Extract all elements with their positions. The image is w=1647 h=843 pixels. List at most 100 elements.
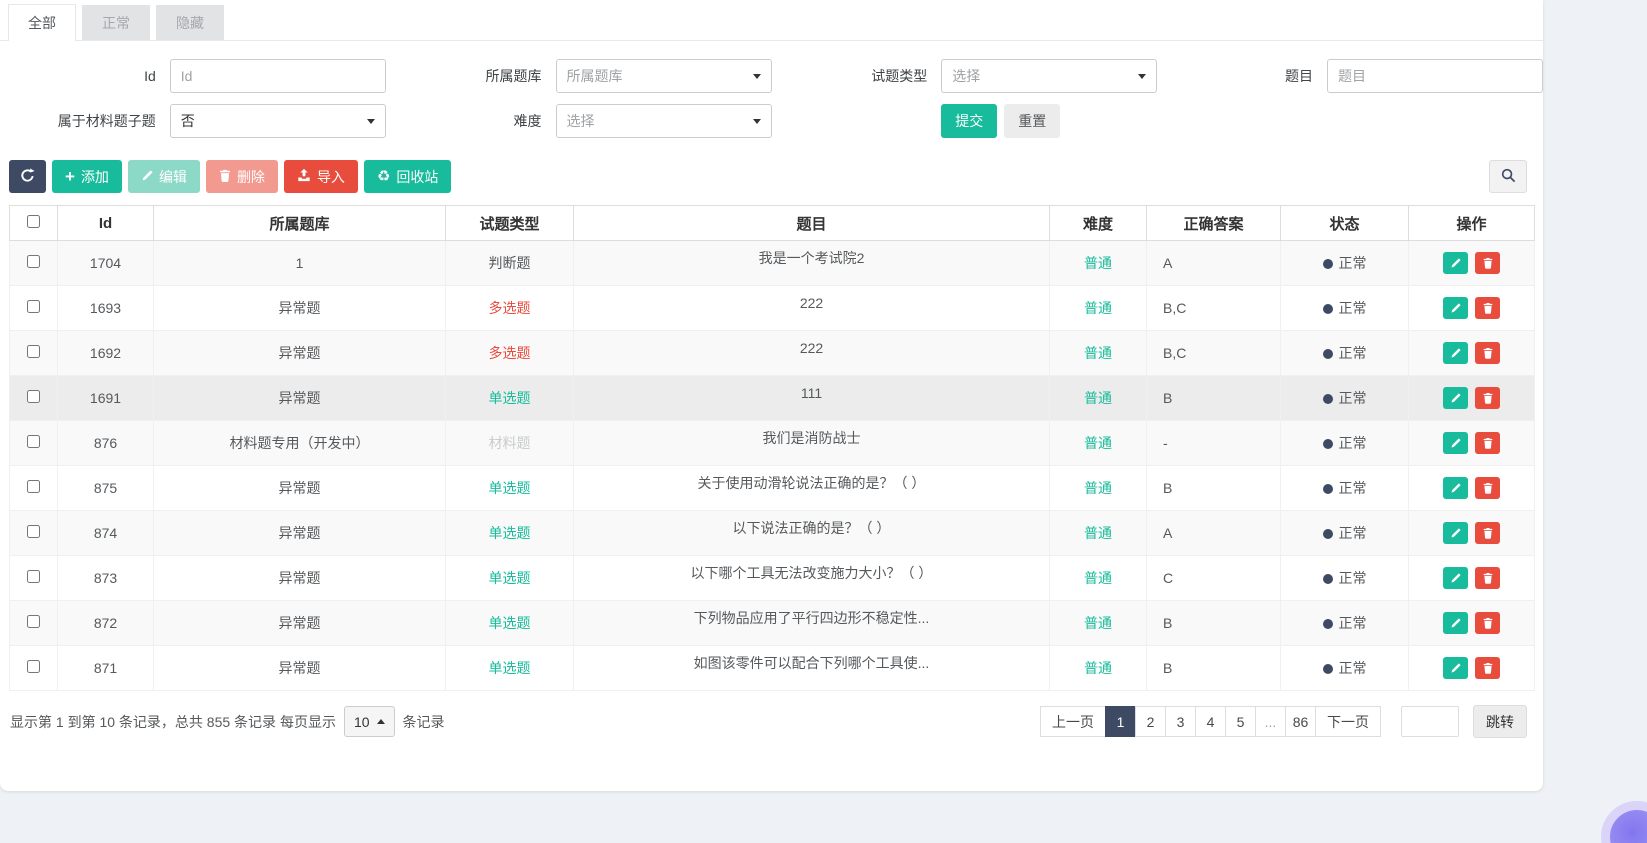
search-toggle-button[interactable] [1489,160,1527,193]
refresh-button[interactable] [9,160,46,193]
row-checkbox[interactable] [27,435,40,448]
table-row: 876 材料题专用（开发中） 材料题 我们是消防战士 普通 - 正常 [10,421,1535,466]
page-1-button[interactable]: 1 [1105,706,1136,737]
reset-button[interactable]: 重置 [1004,104,1060,138]
trash-icon [1483,617,1493,629]
cell-answer: B [1147,646,1281,691]
filter-bank-select[interactable]: 所属题库 [556,59,772,93]
filter-bank-label: 所属题库 [386,66,556,86]
row-edit-button[interactable] [1443,387,1468,409]
row-delete-button[interactable] [1475,612,1500,634]
row-edit-button[interactable] [1443,567,1468,589]
cell-title: 222 [574,331,1050,376]
tab-all[interactable]: 全部 [8,4,76,41]
search-icon [1501,168,1516,186]
row-edit-button[interactable] [1443,612,1468,634]
row-checkbox[interactable] [27,570,40,583]
cell-actions [1409,511,1535,556]
cell-difficulty: 普通 [1050,601,1147,646]
select-all-checkbox[interactable] [27,215,40,228]
row-checkbox[interactable] [27,525,40,538]
delete-button-label: 删除 [237,167,265,187]
cell-status: 正常 [1281,601,1409,646]
cell-difficulty: 普通 [1050,646,1147,691]
table-row: 871 异常题 单选题 如图该零件可以配合下列哪个工具使... 普通 B 正常 [10,646,1535,691]
import-button[interactable]: 导入 [284,160,358,193]
header-actions: 操作 [1409,206,1535,241]
recycle-bin-button[interactable]: ♻ 回收站 [364,160,451,193]
row-delete-button[interactable] [1475,477,1500,499]
trash-icon [1483,257,1493,269]
jump-button[interactable]: 跳转 [1473,705,1527,738]
row-checkbox[interactable] [27,345,40,358]
page-4-button[interactable]: 4 [1195,706,1226,737]
prev-page-button[interactable]: 上一页 [1040,706,1106,737]
row-delete-button[interactable] [1475,522,1500,544]
filter-difficulty-label: 难度 [386,111,556,131]
trash-icon [1483,572,1493,584]
row-checkbox[interactable] [27,615,40,628]
row-delete-button[interactable] [1475,657,1500,679]
page-5-button[interactable]: 5 [1225,706,1256,737]
row-delete-button[interactable] [1475,297,1500,319]
page-86-button[interactable]: 86 [1285,706,1316,737]
add-button[interactable]: + 添加 [52,160,122,193]
filter-qtype-select[interactable]: 选择 [941,59,1157,93]
cell-difficulty: 普通 [1050,241,1147,286]
records-summary: 显示第 1 到第 10 条记录，总共 855 条记录 每页显示 10 条记录 [10,706,445,737]
row-delete-button[interactable] [1475,567,1500,589]
row-delete-button[interactable] [1475,252,1500,274]
row-checkbox[interactable] [27,660,40,673]
page-size-select[interactable]: 10 [344,706,395,737]
jump-page-input[interactable] [1401,706,1459,737]
row-edit-button[interactable] [1443,297,1468,319]
row-edit-button[interactable] [1443,477,1468,499]
pencil-icon [141,169,153,185]
cell-actions [1409,241,1535,286]
row-checkbox[interactable] [27,300,40,313]
chat-widget-button[interactable] [1601,801,1647,843]
table-row: 1691 异常题 单选题 111 普通 B 正常 [10,376,1535,421]
cell-title: 下列物品应用了平行四边形不稳定性... [574,601,1050,646]
cell-answer: - [1147,421,1281,466]
plus-icon: + [65,168,75,185]
page-3-button[interactable]: 3 [1165,706,1196,737]
page-2-button[interactable]: 2 [1135,706,1166,737]
row-select-cell [10,556,58,601]
filter-title-input[interactable] [1327,59,1543,93]
row-edit-button[interactable] [1443,432,1468,454]
row-checkbox[interactable] [27,255,40,268]
cell-qtype: 材料题 [446,421,574,466]
row-delete-button[interactable] [1475,387,1500,409]
cell-status: 正常 [1281,556,1409,601]
filter-id-input[interactable] [170,59,386,93]
row-delete-button[interactable] [1475,432,1500,454]
filter-material-sub-select[interactable]: 否 [170,104,386,138]
trash-icon [1483,437,1493,449]
filter-bank: 所属题库 所属题库 [386,59,772,93]
filter-difficulty-select[interactable]: 选择 [556,104,772,138]
row-edit-button[interactable] [1443,252,1468,274]
row-edit-button[interactable] [1443,657,1468,679]
row-edit-button[interactable] [1443,522,1468,544]
tab-normal[interactable]: 正常 [82,5,150,40]
header-answer: 正确答案 [1147,206,1281,241]
row-delete-button[interactable] [1475,342,1500,364]
filter-id: Id [0,59,386,93]
filter-title: 题目 [1157,59,1543,93]
pencil-icon [1450,393,1461,404]
recycle-bin-button-label: 回收站 [396,167,438,187]
caret-down-icon [753,74,761,79]
next-page-button[interactable]: 下一页 [1315,706,1381,737]
tab-hidden[interactable]: 隐藏 [156,5,224,40]
cell-title: 以下哪个工具无法改变施力大小？（ ） [574,556,1050,601]
cell-status: 正常 [1281,646,1409,691]
row-select-cell [10,421,58,466]
row-checkbox[interactable] [27,480,40,493]
row-edit-button[interactable] [1443,342,1468,364]
pencil-icon [1450,528,1461,539]
caret-down-icon [1138,74,1146,79]
row-checkbox[interactable] [27,390,40,403]
submit-button[interactable]: 提交 [941,104,997,138]
cell-bank: 异常题 [154,601,446,646]
